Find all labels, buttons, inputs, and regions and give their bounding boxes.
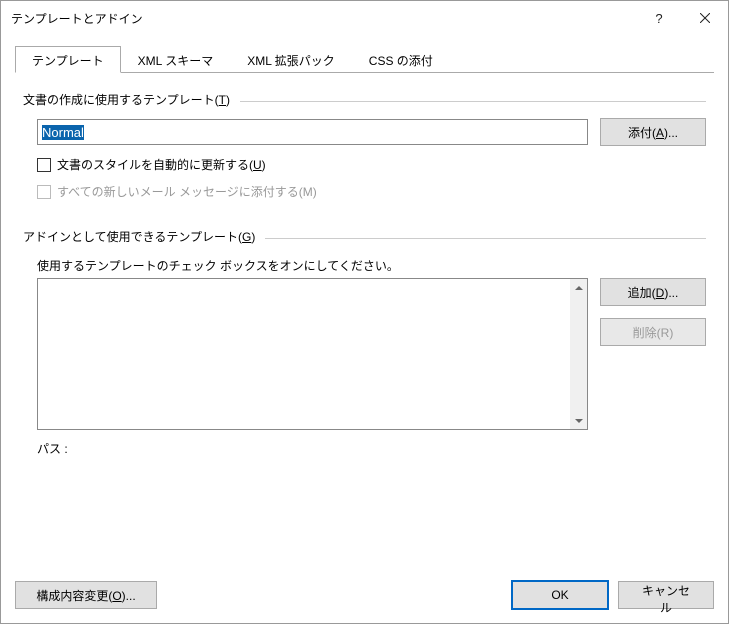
template-path-input[interactable]	[37, 119, 588, 145]
attach-button[interactable]: 添付(A)...	[600, 118, 706, 146]
addin-templates-group: アドインとして使用できるテンプレート(G)	[23, 228, 706, 249]
addin-list-row: 追加(D)... 削除(R)	[23, 278, 706, 430]
close-icon	[700, 13, 710, 23]
scroll-down-button[interactable]	[570, 412, 587, 429]
close-button[interactable]	[682, 3, 728, 33]
tab-templates[interactable]: テンプレート	[15, 46, 121, 73]
attach-all-mail-label: すべての新しいメール メッセージに添付する(M)	[57, 183, 317, 200]
path-label: パス :	[37, 440, 706, 457]
tab-panel-templates: 文書の作成に使用するテンプレート(T) 添付(A)... 文書のスタイルを自動的…	[15, 73, 714, 465]
content-area: テンプレート XML スキーマ XML 拡張パック CSS の添付 文書の作成に…	[1, 35, 728, 571]
chevron-up-icon	[575, 284, 583, 292]
group-divider	[240, 101, 706, 102]
document-template-group: 文書の作成に使用するテンプレート(T)	[23, 91, 706, 112]
dialog-footer: 構成内容変更(O)... OK キャンセル	[1, 571, 728, 623]
template-row: 添付(A)...	[23, 118, 706, 146]
attach-all-mail-checkbox-row: すべての新しいメール メッセージに添付する(M)	[37, 183, 706, 200]
ok-button[interactable]: OK	[512, 581, 608, 609]
auto-update-label: 文書のスタイルを自動的に更新する(U)	[57, 156, 266, 173]
chevron-down-icon	[575, 417, 583, 425]
dialog-window: テンプレートとアドイン ? テンプレート XML スキーマ XML 拡張パック …	[0, 0, 729, 624]
scroll-track[interactable]	[570, 296, 587, 412]
addin-side-buttons: 追加(D)... 削除(R)	[600, 278, 706, 430]
addin-templates-section: アドインとして使用できるテンプレート(G) 使用するテンプレートのチェック ボッ…	[23, 228, 706, 457]
cancel-button[interactable]: キャンセル	[618, 581, 714, 609]
listbox-scrollbar[interactable]	[570, 279, 587, 429]
tab-strip: テンプレート XML スキーマ XML 拡張パック CSS の添付	[15, 45, 714, 73]
document-template-label: 文書の作成に使用するテンプレート(T)	[23, 91, 230, 108]
tab-xml-schema[interactable]: XML スキーマ	[121, 46, 231, 73]
addin-instruction: 使用するテンプレートのチェック ボックスをオンにしてください。	[37, 257, 706, 274]
group-divider	[265, 238, 706, 239]
scroll-up-button[interactable]	[570, 279, 587, 296]
add-button[interactable]: 追加(D)...	[600, 278, 706, 306]
tab-css-attach[interactable]: CSS の添付	[352, 46, 450, 73]
dialog-title: テンプレートとアドイン	[11, 10, 636, 27]
organizer-button[interactable]: 構成内容変更(O)...	[15, 581, 157, 609]
titlebar: テンプレートとアドイン ?	[1, 1, 728, 35]
tab-xml-expansion[interactable]: XML 拡張パック	[230, 46, 352, 73]
attach-all-mail-checkbox	[37, 185, 51, 199]
addin-templates-label: アドインとして使用できるテンプレート(G)	[23, 228, 255, 245]
help-button[interactable]: ?	[636, 3, 682, 33]
auto-update-checkbox-row[interactable]: 文書のスタイルを自動的に更新する(U)	[37, 156, 706, 173]
auto-update-checkbox[interactable]	[37, 158, 51, 172]
remove-button: 削除(R)	[600, 318, 706, 346]
addin-templates-listbox[interactable]	[37, 278, 588, 430]
